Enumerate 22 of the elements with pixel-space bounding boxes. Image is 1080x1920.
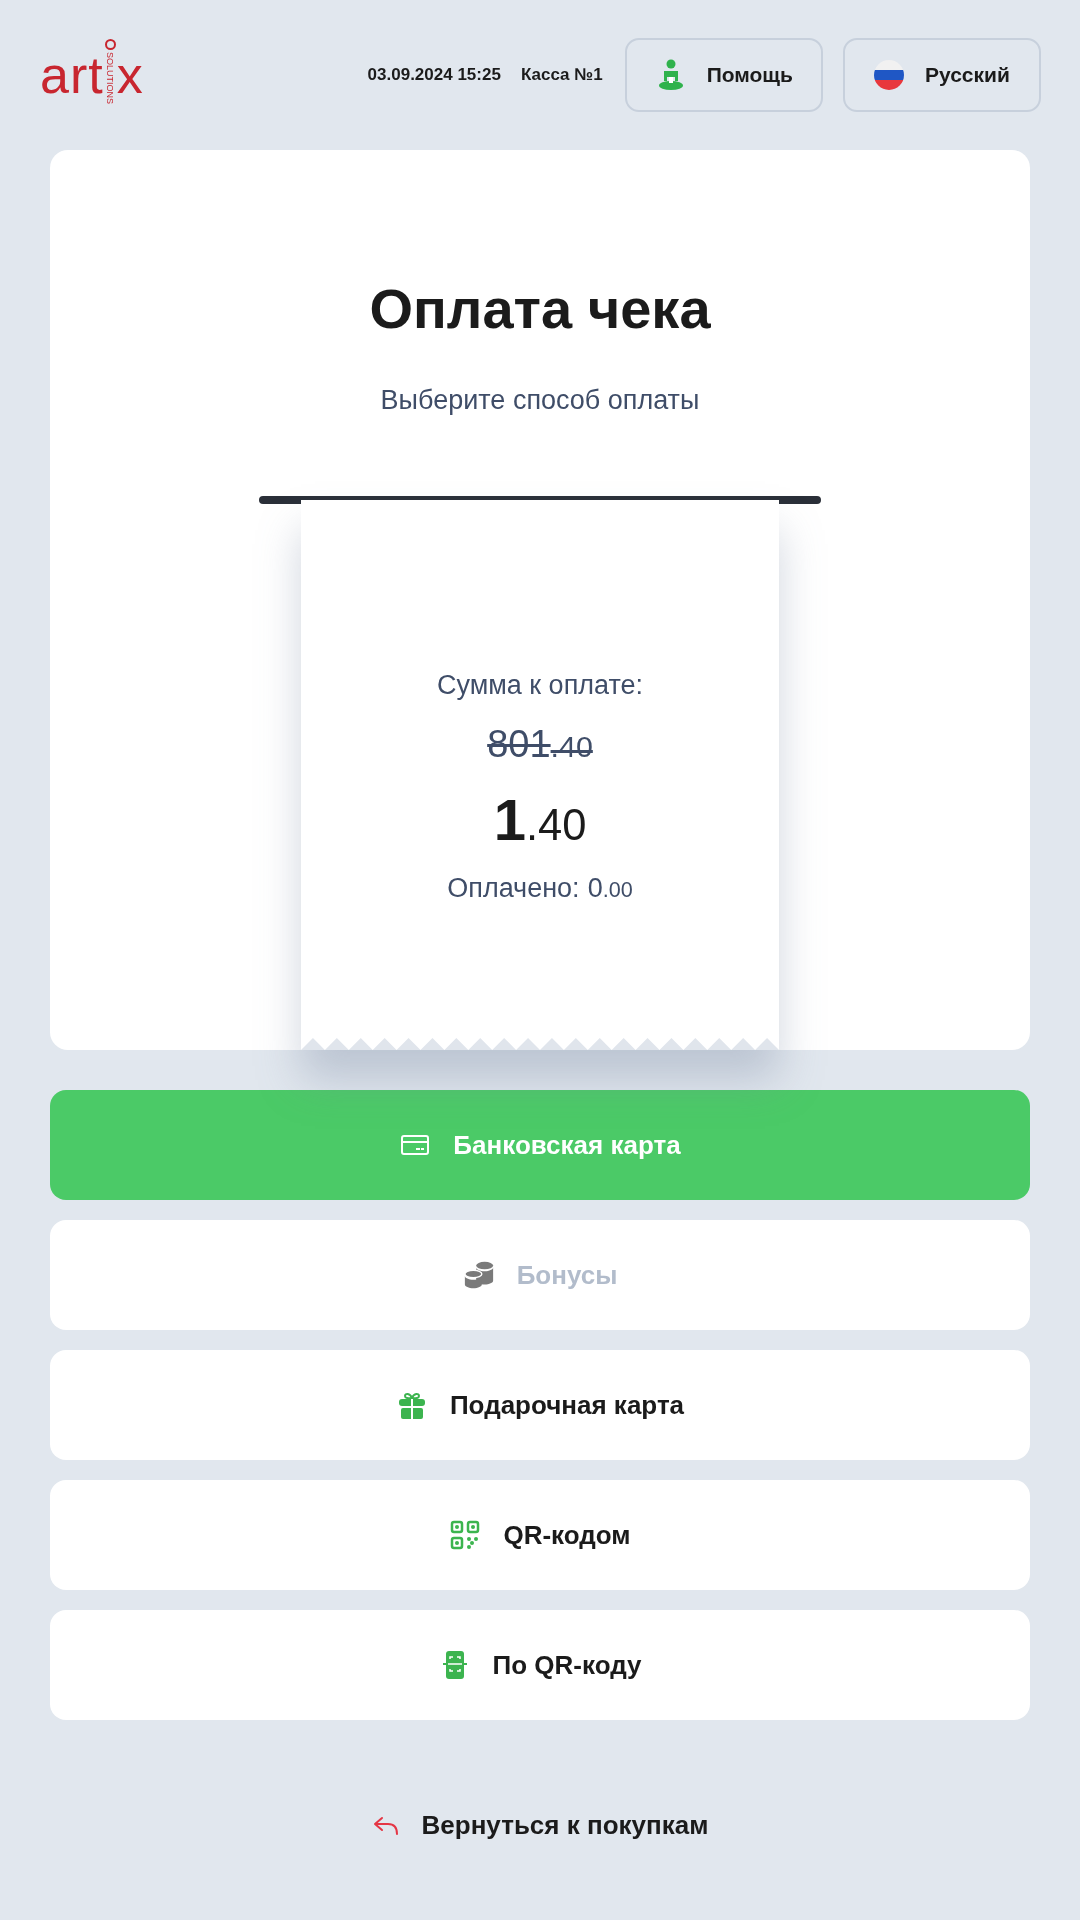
language-button[interactable]: Русский (843, 38, 1041, 112)
register-label: Касса №1 (520, 65, 603, 85)
payment-method-button[interactable]: Подарочная карта (50, 1350, 1030, 1460)
amount-label: Сумма к оплате: (436, 669, 643, 701)
amount-due: 1.40 (493, 785, 587, 853)
paid-label: Оплачено: (447, 872, 580, 904)
logo-text: art (40, 49, 104, 101)
qr-code-icon (449, 1519, 482, 1551)
coins-icon (462, 1259, 495, 1291)
payment-method-button[interactable]: QR-кодом (50, 1480, 1030, 1590)
paid-amount: 0.00 (587, 872, 633, 904)
payment-method-button[interactable]: По QR-коду (50, 1610, 1030, 1720)
help-button[interactable]: Помощь (624, 38, 823, 112)
page-subtitle: Выберите способ оплаты (380, 384, 700, 416)
old-amount: 801.40 (487, 722, 593, 766)
date-time: 03.09.2024 15:25 (367, 65, 501, 85)
russian-flag-icon (873, 59, 905, 91)
page-title: Оплата чека (369, 278, 711, 340)
logo-text: x (116, 49, 144, 101)
logo-dot-icon (104, 39, 116, 51)
back-link[interactable]: Вернуться к покупкам (50, 1810, 1030, 1841)
logo-tagline: SOLUTIONS (105, 52, 116, 105)
